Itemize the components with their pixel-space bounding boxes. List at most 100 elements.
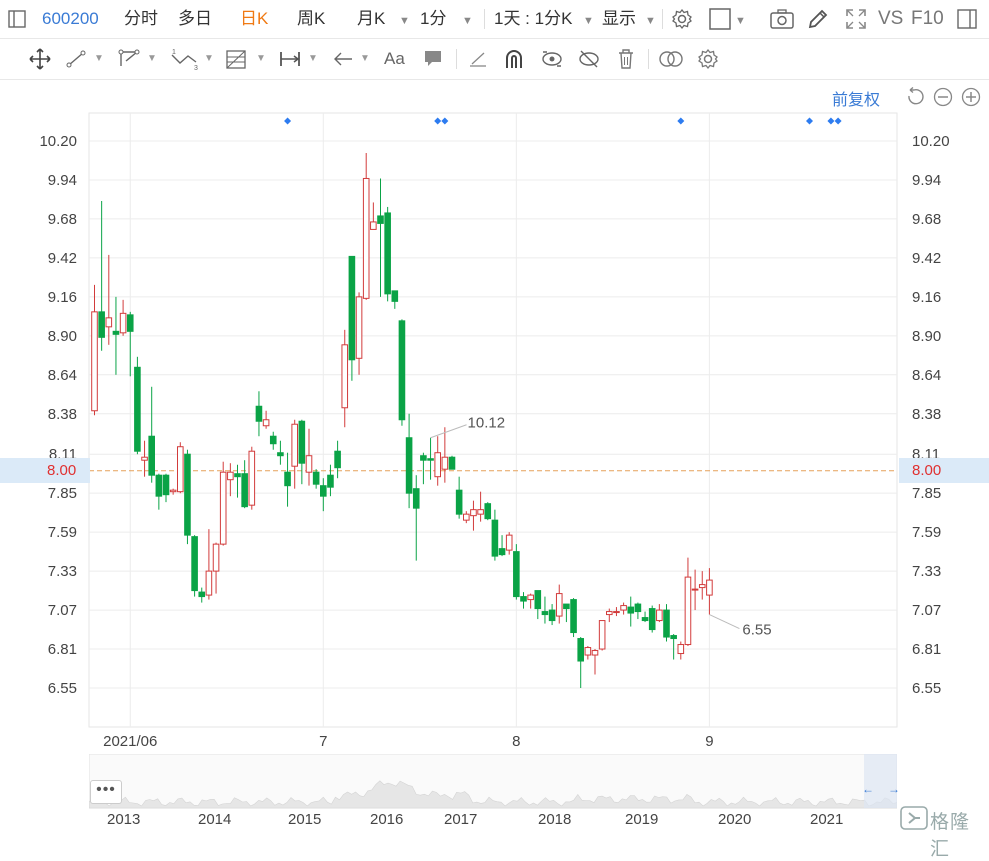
candle-body[interactable] bbox=[184, 453, 191, 536]
candle-body[interactable] bbox=[570, 599, 577, 634]
candle-body[interactable] bbox=[491, 519, 499, 557]
navigator-selection-window[interactable] bbox=[864, 754, 897, 808]
candle-body[interactable] bbox=[191, 536, 198, 592]
candle-body[interactable] bbox=[141, 456, 148, 461]
candle-body[interactable] bbox=[255, 405, 263, 422]
candle-body[interactable] bbox=[677, 644, 685, 655]
candle-body[interactable] bbox=[563, 603, 570, 610]
candle-body[interactable] bbox=[341, 344, 349, 409]
candle-body[interactable] bbox=[148, 435, 155, 476]
candle-body[interactable] bbox=[441, 456, 449, 470]
candlestick-chart[interactable]: 10.20 10.20 9.94 9.94 9.68 9.68 9.42 9.42 9.16 9.… bbox=[0, 0, 989, 834]
candle-body[interactable] bbox=[555, 593, 563, 617]
candle-body[interactable] bbox=[634, 603, 642, 613]
navigator-left-arrow-icon[interactable]: ← bbox=[862, 782, 874, 796]
candle-body[interactable] bbox=[219, 471, 227, 545]
candle-body[interactable] bbox=[434, 452, 441, 478]
candle-body[interactable] bbox=[534, 590, 542, 610]
candle-body[interactable] bbox=[470, 509, 477, 517]
candle-body[interactable] bbox=[284, 471, 291, 487]
candle-body[interactable] bbox=[591, 650, 599, 656]
candle-body[interactable] bbox=[355, 296, 363, 359]
event-marker-icon[interactable] bbox=[441, 117, 449, 125]
candle-body[interactable] bbox=[162, 474, 170, 496]
candle-body[interactable] bbox=[520, 596, 527, 602]
candle-body[interactable] bbox=[212, 543, 220, 572]
candle-body[interactable] bbox=[405, 437, 413, 494]
candle-body[interactable] bbox=[484, 503, 492, 520]
candle-body[interactable] bbox=[112, 330, 120, 335]
candle-body[interactable] bbox=[455, 489, 463, 515]
candle-body[interactable] bbox=[463, 513, 470, 521]
candle-body[interactable] bbox=[641, 617, 649, 622]
candle-body[interactable] bbox=[248, 450, 256, 506]
candle-body[interactable] bbox=[541, 611, 549, 616]
candle-body[interactable] bbox=[277, 452, 284, 457]
navigator-more-button[interactable]: ••• bbox=[90, 780, 122, 804]
event-marker-icon[interactable] bbox=[284, 117, 292, 125]
candle-body[interactable] bbox=[513, 551, 520, 598]
candle-body[interactable] bbox=[155, 474, 163, 497]
candle-body[interactable] bbox=[348, 255, 356, 361]
candle-body[interactable] bbox=[262, 419, 270, 427]
candle-body[interactable] bbox=[119, 312, 127, 334]
candle-body[interactable] bbox=[205, 570, 213, 596]
candle-body[interactable] bbox=[691, 588, 699, 591]
candle-body[interactable] bbox=[627, 606, 635, 614]
candle-body[interactable] bbox=[698, 584, 706, 589]
candle-body[interactable] bbox=[91, 311, 98, 412]
candle-body[interactable] bbox=[169, 489, 177, 493]
candle-body[interactable] bbox=[598, 620, 606, 650]
event-marker-icon[interactable] bbox=[834, 117, 842, 125]
candle-body[interactable] bbox=[177, 446, 184, 493]
candle-body[interactable] bbox=[548, 609, 556, 622]
candle-body[interactable] bbox=[241, 473, 248, 508]
candle-body[interactable] bbox=[312, 471, 320, 485]
x-tick-label: 9 bbox=[705, 733, 713, 750]
candle-body[interactable] bbox=[427, 458, 434, 461]
candle-body[interactable] bbox=[105, 317, 113, 328]
candle-body[interactable] bbox=[477, 509, 484, 515]
candle-body[interactable] bbox=[656, 609, 663, 622]
candle-body[interactable] bbox=[670, 635, 677, 640]
candle-body[interactable] bbox=[505, 534, 513, 551]
candle-body[interactable] bbox=[412, 488, 420, 509]
candle-body[interactable] bbox=[334, 450, 341, 469]
candle-body[interactable] bbox=[527, 594, 534, 601]
candle-body[interactable] bbox=[298, 420, 306, 464]
candle-body[interactable] bbox=[706, 579, 713, 596]
event-marker-icon[interactable] bbox=[827, 117, 835, 125]
candle-body[interactable] bbox=[377, 215, 384, 224]
candle-body[interactable] bbox=[291, 423, 298, 467]
candle-body[interactable] bbox=[498, 548, 506, 556]
candle-body[interactable] bbox=[98, 311, 105, 338]
candle-body[interactable] bbox=[234, 473, 241, 478]
candle-body[interactable] bbox=[198, 591, 206, 598]
candle-body[interactable] bbox=[648, 608, 656, 631]
candle-body[interactable] bbox=[584, 647, 592, 656]
candle-body[interactable] bbox=[391, 290, 399, 302]
candle-body[interactable] bbox=[126, 314, 134, 332]
candle-body[interactable] bbox=[320, 485, 327, 497]
event-marker-icon[interactable] bbox=[806, 117, 813, 125]
event-marker-icon[interactable] bbox=[677, 117, 685, 125]
candle-body[interactable] bbox=[384, 212, 391, 295]
navigator-right-arrow-icon[interactable]: → bbox=[888, 782, 900, 796]
candle-body[interactable] bbox=[620, 605, 627, 611]
candle-body[interactable] bbox=[613, 611, 620, 614]
candle-body[interactable] bbox=[663, 609, 670, 638]
candle-body[interactable] bbox=[370, 221, 377, 230]
candle-body[interactable] bbox=[577, 638, 585, 662]
event-marker-icon[interactable] bbox=[434, 117, 442, 125]
candle-body[interactable] bbox=[362, 177, 370, 299]
candle-body[interactable] bbox=[305, 455, 313, 473]
candle-body[interactable] bbox=[398, 320, 406, 421]
candle-body[interactable] bbox=[269, 435, 277, 445]
candle-body[interactable] bbox=[684, 576, 692, 646]
candle-body[interactable] bbox=[420, 455, 427, 461]
candle-body[interactable] bbox=[448, 456, 456, 470]
candle-body[interactable] bbox=[606, 611, 613, 616]
candle-body[interactable] bbox=[227, 471, 234, 481]
candle-body[interactable] bbox=[327, 474, 334, 488]
candle-body[interactable] bbox=[134, 366, 141, 452]
